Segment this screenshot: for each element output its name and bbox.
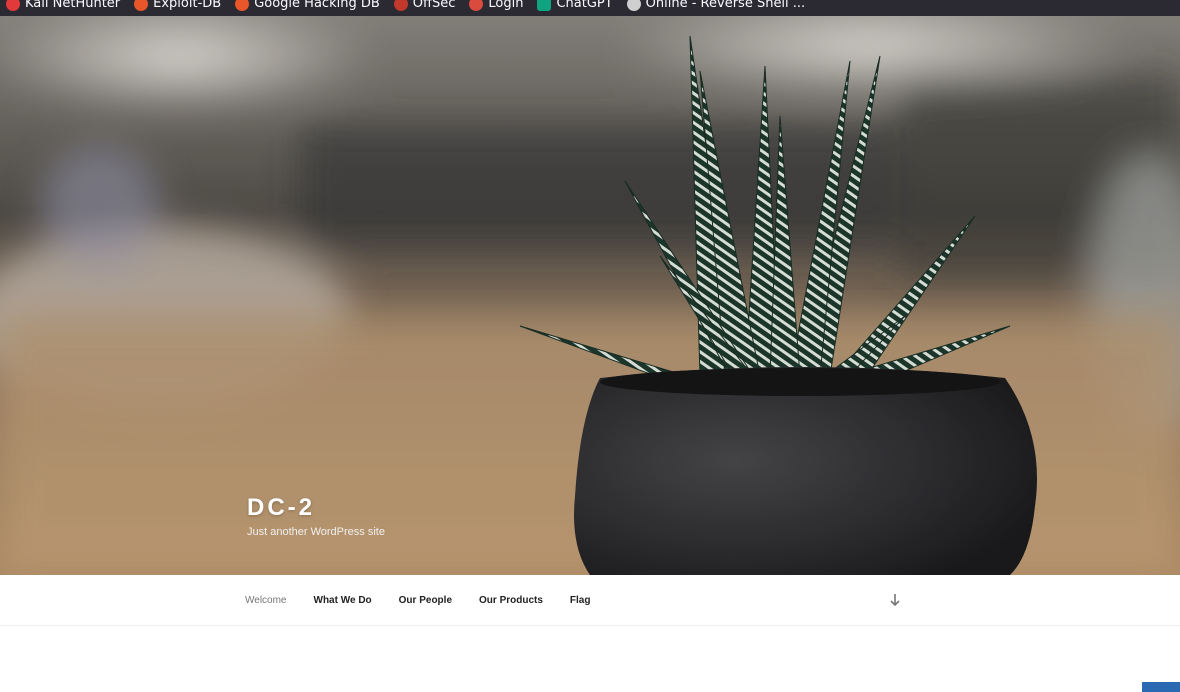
bookmark-label: Exploit-DB [153,0,222,11]
ghdb-icon [235,0,250,11]
nav-item-welcome[interactable]: Welcome [245,595,287,606]
bookmark-google-hacking-db[interactable]: Google Hacking DB [235,0,380,16]
bookmark-label: Kali NetHunter [25,0,121,11]
bookmark-label: Google Hacking DB [254,0,380,11]
site-description: Just another WordPress site [247,526,385,538]
bookmark-label: ChatGPT [556,0,613,11]
bookmarks-toolbar: Kali NetHunter Exploit-DB Google Hacking… [0,0,1180,16]
bookmark-chatgpt[interactable]: ChatGPT [537,0,613,16]
site-branding: DC-2 Just another WordPress site [247,494,385,538]
exploit-db-icon [134,0,149,11]
page-content [0,626,1180,692]
nav-item-what-we-do[interactable]: What We Do [314,595,372,606]
bookmark-label: Online - Reverse Shell ... [645,0,806,11]
nav-menu: Welcome What We Do Our People Our Produc… [245,595,617,606]
scroll-to-top-button[interactable] [1142,682,1180,692]
bookmark-label: Login [488,0,524,11]
header-hero-image: DC-2 Just another WordPress site [0,16,1180,575]
nav-item-flag[interactable]: Flag [570,595,591,606]
chatgpt-icon [537,0,552,11]
scroll-down-button[interactable] [888,592,902,608]
login-icon [469,0,484,11]
hero-photo [0,16,1180,575]
bookmark-exploit-db[interactable]: Exploit-DB [134,0,221,16]
site-title[interactable]: DC-2 [247,494,385,522]
nav-item-our-people[interactable]: Our People [399,595,452,606]
arrow-down-icon [890,594,900,607]
main-navigation: Welcome What We Do Our People Our Produc… [0,575,1180,626]
bookmark-reverse-shell[interactable]: Online - Reverse Shell ... [626,0,806,16]
kali-icon [6,0,20,11]
bookmark-offsec[interactable]: OffSec [393,0,456,16]
bookmark-label: OffSec [412,0,456,11]
nav-item-our-products[interactable]: Our Products [479,595,543,606]
bookmark-kali-nethunter[interactable]: Kali NetHunter [6,0,120,16]
offsec-icon [393,0,408,11]
bookmark-login[interactable]: Login [469,0,523,16]
skull-icon [626,0,641,11]
